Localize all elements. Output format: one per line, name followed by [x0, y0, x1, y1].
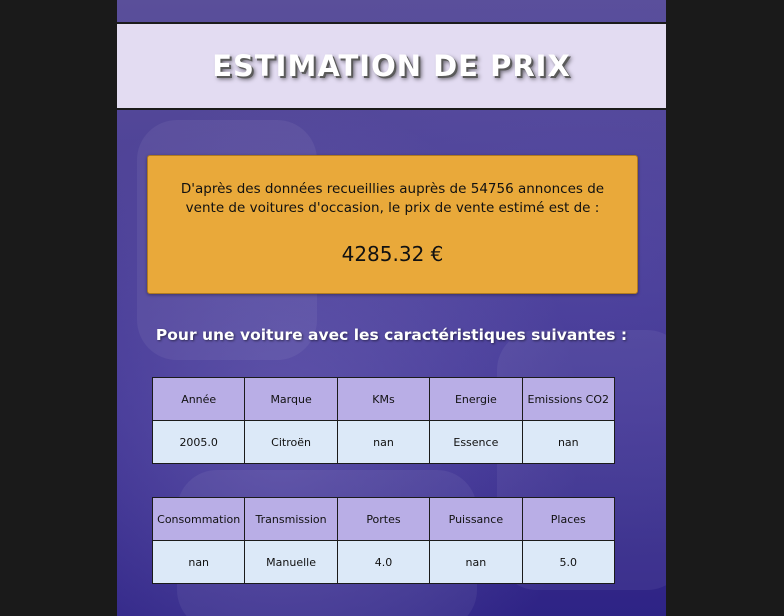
table-cell: Manuelle — [244, 540, 338, 584]
table-header-row: Année Marque KMs Energie Emissions CO2 — [151, 377, 616, 421]
table-header-cell: Marque — [244, 377, 338, 421]
table-cell: Citroën — [244, 420, 338, 464]
characteristics-table-2: Consommation Transmission Portes Puissan… — [151, 497, 616, 584]
table-cell: nan — [521, 420, 616, 464]
table-header-row: Consommation Transmission Portes Puissan… — [151, 497, 616, 541]
estimate-description: D'après des données recueillies auprès d… — [180, 181, 605, 216]
estimated-price: 4285.32 € — [341, 242, 444, 266]
table-header-cell: Puissance — [429, 497, 523, 541]
table-header-cell: Année — [151, 377, 246, 421]
characteristics-heading: Pour une voiture avec les caractéristiqu… — [155, 326, 628, 344]
table-cell: 4.0 — [336, 540, 431, 584]
table-header-cell: Consommation — [151, 497, 246, 541]
table-header-cell: Portes — [336, 497, 431, 541]
table-row: 2005.0 Citroën nan Essence nan — [151, 420, 616, 464]
characteristics-table-1: Année Marque KMs Energie Emissions CO2 2… — [151, 377, 616, 464]
table-cell: Essence — [429, 420, 523, 464]
page-container: ESTIMATION DE PRIX D'après des données r… — [117, 0, 666, 616]
table-cell: 2005.0 — [151, 420, 246, 464]
price-estimate-box: D'après des données recueillies auprès d… — [147, 155, 638, 294]
table-header-cell: Places — [521, 497, 616, 541]
table-header-cell: Energie — [429, 377, 523, 421]
table-cell: nan — [429, 540, 523, 584]
table-row: nan Manuelle 4.0 nan 5.0 — [151, 540, 616, 584]
table-cell: nan — [336, 420, 431, 464]
table-header-cell: Emissions CO2 — [521, 377, 616, 421]
table-header-cell: KMs — [336, 377, 431, 421]
table-cell: 5.0 — [521, 540, 616, 584]
page-title: ESTIMATION DE PRIX — [212, 49, 571, 83]
page-header: ESTIMATION DE PRIX — [117, 22, 666, 110]
table-cell: nan — [151, 540, 246, 584]
table-header-cell: Transmission — [244, 497, 338, 541]
